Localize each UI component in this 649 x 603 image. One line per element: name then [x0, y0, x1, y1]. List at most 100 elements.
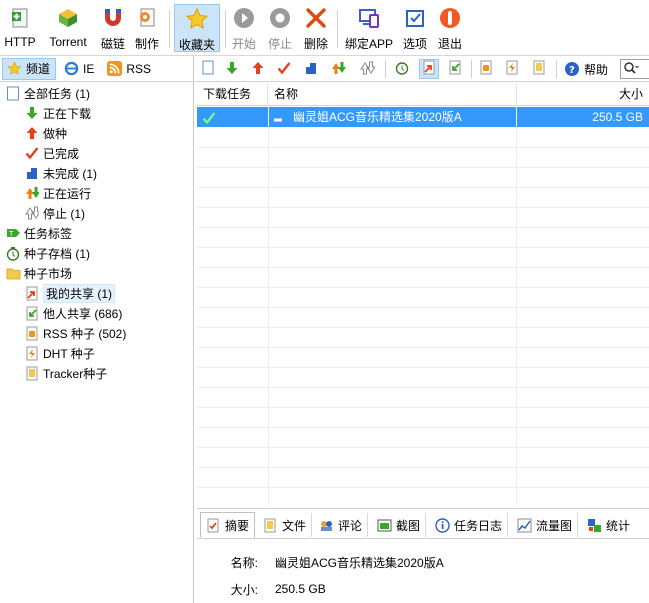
arrow-up-icon — [251, 61, 265, 78]
torrent-icon — [56, 6, 80, 30]
tag-icon: T — [5, 225, 21, 241]
tab-comments-label: 评论 — [338, 518, 363, 533]
search-box[interactable] — [620, 59, 649, 79]
dht-icon — [505, 60, 519, 78]
tree-item-task-tags[interactable]: T 任务标签 — [0, 223, 193, 243]
arrow-up-icon — [24, 125, 40, 141]
exit-button[interactable]: 退出 — [436, 6, 464, 54]
tab-traffic-chart[interactable]: 流量图 — [512, 513, 579, 537]
new-task-button[interactable] — [198, 59, 218, 79]
tree-item-all-tasks[interactable]: 全部任务 (1) — [0, 83, 193, 103]
tab-channel[interactable]: 频道 — [2, 57, 57, 80]
column-header-size[interactable]: 大小 — [517, 83, 649, 106]
options-button[interactable]: 选项 — [401, 6, 429, 54]
http-button[interactable]: HTTP — [4, 6, 36, 54]
tree-item-torrent-market[interactable]: 种子市场 — [0, 263, 193, 283]
bind-app-label: 绑定APP — [344, 37, 393, 51]
archive-clock-icon — [395, 60, 409, 78]
rss-torrents-button[interactable] — [476, 59, 496, 79]
tree-item-downloading[interactable]: 正在下载 — [0, 103, 193, 123]
stop-button[interactable]: 停止 — [266, 6, 294, 54]
filter-running-button[interactable] — [328, 59, 348, 79]
tree-item-torrent-archive[interactable]: 种子存档 (1) — [0, 243, 193, 263]
filter-stopped-button[interactable] — [357, 59, 377, 79]
tab-rss-label: RSS — [126, 61, 152, 76]
share-out-icon — [24, 285, 40, 301]
tree-item-incomplete[interactable]: 未完成 (1) — [0, 163, 193, 183]
tree-item-dht-torrents[interactable]: DHT 种子 — [0, 343, 193, 363]
tab-files[interactable]: 文件 — [258, 513, 313, 537]
files-icon — [262, 517, 278, 533]
http-add-icon — [8, 6, 32, 30]
column-header-name[interactable]: 名称 — [268, 83, 517, 106]
dht-torrents-button[interactable] — [502, 59, 522, 79]
others-shares-button[interactable] — [445, 59, 465, 79]
tree-item-others-shares[interactable]: 他人共享 (686) — [0, 303, 193, 323]
chart-icon — [516, 517, 532, 533]
tree-item-tracker-torrents[interactable]: Tracker种子 — [0, 363, 193, 383]
torrent-button[interactable]: Torrent — [44, 6, 92, 54]
up-down-arrows-icon — [24, 185, 40, 201]
task-name: 幽灵姐ACG音乐精选集2020版A — [293, 110, 462, 124]
rss-page-icon — [24, 325, 40, 341]
create-label: 制作 — [134, 37, 159, 51]
tree-item-label: 正在下载 — [43, 106, 92, 121]
tree-item-label: 种子存档 (1) — [24, 246, 91, 261]
magnet-button[interactable]: 磁链 — [99, 6, 127, 54]
filter-incomplete-button[interactable] — [301, 59, 321, 79]
tab-statistics[interactable]: 统计 — [582, 513, 635, 537]
tree-item-label: 停止 (1) — [43, 206, 86, 221]
filter-completed-button[interactable] — [274, 59, 294, 79]
archive-button[interactable] — [392, 59, 412, 79]
tree-item-stopped[interactable]: 停止 (1) — [0, 203, 193, 223]
favorites-button[interactable]: 收藏夹 — [174, 4, 220, 52]
statistics-icon — [586, 517, 602, 533]
help-button[interactable]: ? 帮助 — [564, 60, 608, 78]
start-button[interactable]: 开始 — [230, 6, 258, 54]
tree-item-my-shares[interactable]: 我的共享 (1) — [0, 283, 193, 303]
comments-icon — [318, 517, 334, 533]
grid-line — [197, 387, 649, 388]
delete-button[interactable]: 删除 — [302, 6, 330, 54]
grid-line — [197, 447, 649, 448]
power-icon — [438, 6, 462, 30]
tab-ie[interactable]: IE — [60, 58, 99, 80]
grid-line — [197, 287, 649, 288]
tree-item-running[interactable]: 正在运行 — [0, 183, 193, 203]
dht-icon — [24, 345, 40, 361]
table-row[interactable]: ▂ 幽灵姐ACG音乐精选集2020版A 250.5 GB — [197, 107, 649, 127]
grid-line — [197, 187, 649, 188]
tree-item-completed[interactable]: 已完成 — [0, 143, 193, 163]
task-list-header: 下载任务 名称 大小 — [197, 83, 649, 106]
tree-item-rss-torrents[interactable]: RSS 种子 (502) — [0, 323, 193, 343]
tree-item-label: RSS 种子 (502) — [43, 326, 127, 341]
tab-screenshots[interactable]: 截图 — [372, 513, 427, 537]
tree-item-label: 做种 — [43, 126, 68, 141]
my-shares-button[interactable] — [419, 59, 439, 79]
tab-rss[interactable]: RSS — [103, 58, 156, 80]
tree-item-seeding[interactable]: 做种 — [0, 123, 193, 143]
tab-files-label: 文件 — [282, 518, 307, 533]
rss-page-icon — [479, 60, 493, 78]
filter-downloading-button[interactable] — [222, 59, 242, 79]
bind-app-button[interactable]: 绑定APP — [344, 6, 394, 54]
task-list: 下载任务 名称 大小 ▂ 幽灵姐ACG音乐精选集2020版A 250.5 GB — [197, 83, 649, 505]
tab-traffic-chart-label: 流量图 — [536, 518, 573, 533]
column-header-task[interactable]: 下载任务 — [197, 83, 268, 106]
device-link-icon — [357, 6, 381, 30]
tab-task-log[interactable]: 任务日志 — [430, 513, 509, 537]
tab-summary[interactable]: 摘要 — [200, 512, 256, 538]
filter-seeding-button[interactable] — [248, 59, 268, 79]
tab-comments[interactable]: 评论 — [314, 513, 369, 537]
magnet-icon — [101, 6, 125, 30]
tab-statistics-label: 统计 — [606, 518, 631, 533]
archive-clock-icon — [5, 245, 21, 261]
tree-item-label: 正在运行 — [43, 186, 92, 201]
tracker-torrents-button[interactable] — [529, 59, 549, 79]
toolbar-separator — [471, 60, 472, 78]
create-button[interactable]: 制作 — [133, 6, 161, 54]
page-icon — [5, 85, 21, 101]
search-icon — [623, 61, 639, 78]
toolbar-separator — [385, 60, 386, 78]
detail-tab-bar: 摘要 文件 评论 截图 任务日志 流量图 统计 — [197, 508, 649, 538]
